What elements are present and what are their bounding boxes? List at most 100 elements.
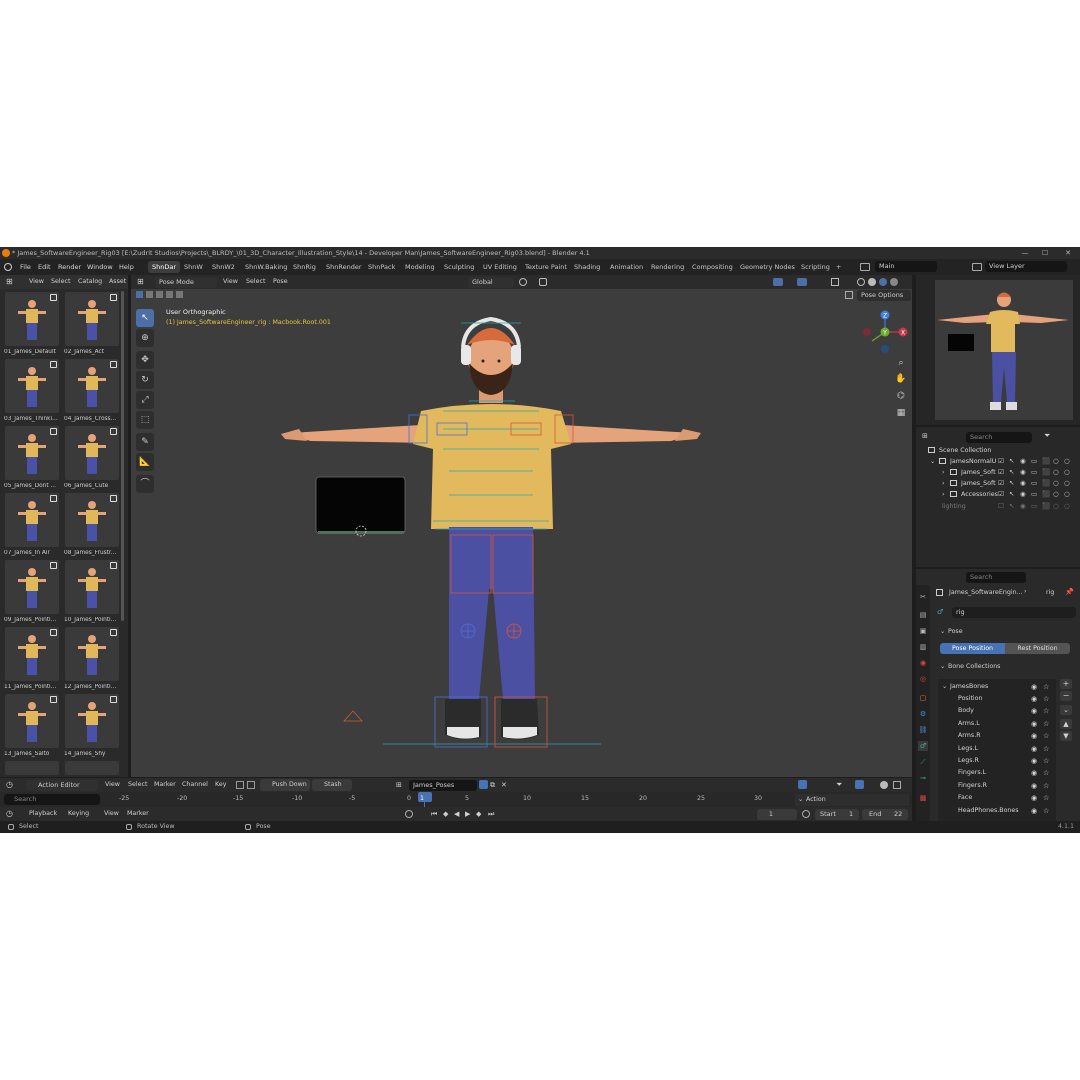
- pose-section-chevron-icon[interactable]: ⌄: [940, 628, 945, 635]
- star-icon[interactable]: ☆: [1043, 755, 1049, 767]
- workspace-tab-rendering[interactable]: Rendering: [647, 261, 688, 273]
- end-frame-field[interactable]: End 22: [862, 809, 908, 820]
- asset-thumbnail[interactable]: [5, 761, 59, 775]
- workspace-tab-shnw[interactable]: ShnW: [180, 261, 207, 273]
- asset-edit-icon[interactable]: [50, 495, 57, 502]
- eye-icon[interactable]: ◉: [1031, 780, 1037, 792]
- checkbox-icon[interactable]: ☑: [998, 467, 1004, 478]
- auto-keying-icon[interactable]: [405, 810, 413, 818]
- eye-icon[interactable]: ◉: [1031, 705, 1037, 717]
- asset-menu-catalog[interactable]: Catalog: [78, 275, 102, 289]
- timeline-menu-keying[interactable]: Keying: [68, 807, 89, 821]
- asset-thumbnail[interactable]: [5, 560, 59, 614]
- workspace-tab-animation[interactable]: Animation: [606, 261, 647, 273]
- action-name-field[interactable]: James_Poses: [409, 780, 477, 791]
- workspace-tab-shnrig[interactable]: ShnRig: [289, 261, 320, 273]
- close-button[interactable]: ✕: [1058, 247, 1078, 259]
- outliner-display-mode-icon[interactable]: ⊞: [922, 432, 934, 441]
- timeline-menu-playback[interactable]: Playback: [29, 807, 57, 821]
- preview-range-icon[interactable]: [802, 810, 810, 818]
- workspace-tab-shading[interactable]: Shading: [570, 261, 604, 273]
- action-menu-select[interactable]: Select: [128, 778, 147, 792]
- asset-thumbnail[interactable]: [5, 359, 59, 413]
- bone-tab-icon[interactable]: ⟋: [918, 757, 928, 767]
- asset-thumbnail[interactable]: [65, 761, 119, 775]
- asset-thumbnail[interactable]: [65, 694, 119, 748]
- action-menu-marker[interactable]: Marker: [154, 778, 176, 792]
- workspace-tab-texture-paint[interactable]: Texture Paint: [521, 261, 571, 273]
- asset-thumbnail[interactable]: [65, 426, 119, 480]
- asset-edit-icon[interactable]: [110, 428, 117, 435]
- ortho-grid-icon[interactable]: ▦: [894, 406, 908, 420]
- editor-type-icon[interactable]: ⊞: [6, 275, 13, 289]
- menu-window[interactable]: Window: [87, 259, 113, 275]
- holdout-icon[interactable]: ○: [1053, 467, 1059, 478]
- world-tab-icon[interactable]: ◎: [918, 674, 928, 684]
- star-icon[interactable]: ☆: [1043, 792, 1049, 804]
- add-bone-collection-button[interactable]: +: [1060, 679, 1072, 689]
- checkbox-icon[interactable]: ☑: [998, 456, 1004, 467]
- menu-file[interactable]: File: [20, 259, 31, 275]
- bone-constraint-tab-icon[interactable]: ⊸: [918, 773, 928, 783]
- properties-search[interactable]: Search: [966, 572, 1026, 583]
- next-keyframe-icon[interactable]: ◆: [476, 807, 481, 821]
- view-layer-selector[interactable]: View Layer: [985, 261, 1067, 272]
- asset-edit-icon[interactable]: [110, 562, 117, 569]
- shading-rendered-icon[interactable]: [890, 278, 898, 286]
- action-menu-channel[interactable]: Channel: [182, 778, 208, 792]
- render-camera-icon[interactable]: ⬛: [1042, 456, 1050, 467]
- filter-icon[interactable]: ⏷: [1044, 431, 1050, 441]
- slot-down-icon[interactable]: [247, 781, 255, 789]
- bone-collection-row[interactable]: Face ◉ ☆: [938, 792, 1056, 804]
- star-icon[interactable]: ☆: [1043, 681, 1049, 693]
- asset-thumbnail[interactable]: [65, 560, 119, 614]
- eye-icon[interactable]: ◉: [1031, 792, 1037, 804]
- remove-bone-collection-button[interactable]: −: [1060, 691, 1072, 701]
- selectable-arrow-icon[interactable]: ↖: [1009, 478, 1014, 489]
- shading-material-icon[interactable]: [879, 278, 887, 286]
- action-section-chevron-icon[interactable]: ⌄: [798, 794, 803, 806]
- viewport-menu-view[interactable]: View: [223, 275, 238, 289]
- checkbox-icon[interactable]: ☑: [998, 478, 1004, 489]
- eye-icon[interactable]: ◉: [1031, 755, 1037, 767]
- bone-collection-row[interactable]: Fingers.R ◉ ☆: [938, 780, 1056, 792]
- indirect-only-icon[interactable]: ○: [1064, 456, 1070, 467]
- asset-thumbnail[interactable]: [65, 627, 119, 681]
- timeline-menu-marker[interactable]: Marker: [127, 807, 149, 821]
- outliner-row-scene-collection[interactable]: Scene Collection: [920, 445, 1080, 456]
- asset-thumbnail[interactable]: [5, 292, 59, 346]
- indirect-only-icon[interactable]: ○: [1064, 489, 1070, 500]
- slot-up-icon[interactable]: [236, 781, 244, 789]
- action-menu-view[interactable]: View: [105, 778, 120, 792]
- render-camera-icon[interactable]: ⬛: [1042, 489, 1050, 500]
- indirect-only-icon[interactable]: ○: [1064, 467, 1070, 478]
- mode-selector[interactable]: Pose Mode: [155, 277, 217, 288]
- workspace-tab-uv-editing[interactable]: UV Editing: [479, 261, 521, 273]
- viewport-display-icon[interactable]: ▭: [1031, 501, 1037, 512]
- eye-icon[interactable]: ◉: [1031, 730, 1037, 742]
- move-up-button[interactable]: ▲: [1060, 719, 1072, 729]
- bone-collections-chevron-icon[interactable]: ⌄: [940, 663, 945, 670]
- bone-collection-menu-button[interactable]: ⌄: [1060, 705, 1072, 715]
- asset-scrollbar[interactable]: [121, 291, 124, 621]
- asset-thumbnail[interactable]: [5, 627, 59, 681]
- workspace-tab-geometry-nodes[interactable]: Geometry Nodes: [736, 261, 799, 273]
- pivot-point-icon[interactable]: [519, 278, 527, 286]
- bone-collection-row[interactable]: Position ◉ ☆: [938, 693, 1056, 705]
- asset-menu-view[interactable]: View: [29, 275, 44, 289]
- asset-edit-icon[interactable]: [110, 361, 117, 368]
- workspace-tab-modeling[interactable]: Modeling: [401, 261, 439, 273]
- play-icon[interactable]: ▶: [465, 807, 470, 821]
- star-icon[interactable]: ☆: [1043, 705, 1049, 717]
- view-layer-tab-icon[interactable]: ▥: [918, 642, 928, 652]
- unlink-action-icon[interactable]: ✕: [501, 778, 507, 792]
- asset-edit-icon[interactable]: [50, 629, 57, 636]
- maximize-button[interactable]: ☐: [1035, 247, 1055, 259]
- preview-viewport[interactable]: [935, 280, 1073, 420]
- scene-selector[interactable]: Main: [875, 261, 937, 272]
- render-camera-icon[interactable]: ⬛: [1042, 501, 1050, 512]
- outliner-search[interactable]: Search: [966, 432, 1032, 443]
- eye-icon[interactable]: ◉: [1020, 467, 1026, 478]
- timeline-editor-icon[interactable]: ◷: [6, 807, 13, 821]
- shading-solid-icon[interactable]: [868, 278, 876, 286]
